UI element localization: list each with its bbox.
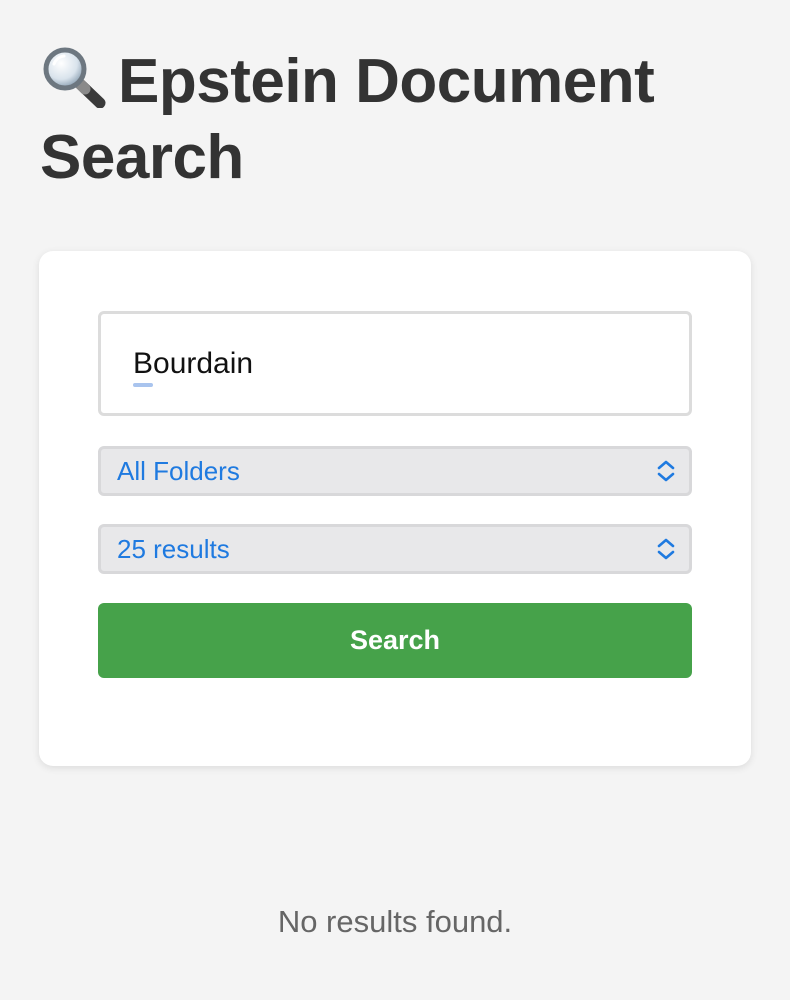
text-selection-marker [133,382,153,387]
results-limit-select[interactable]: 25 results [98,524,692,574]
page-title: Epstein Document Search [40,44,740,196]
chevron-up-down-icon [655,537,677,561]
page: Epstein Document Search Bourdain All Fol… [0,0,790,1000]
chevron-up-down-icon [655,459,677,483]
no-results-message: No results found. [277,904,513,939]
folder-select-value: All Folders [117,455,240,486]
search-card: Bourdain All Folders 25 results Search [39,251,751,766]
search-input[interactable]: Bourdain [98,311,692,416]
search-button[interactable]: Search [98,603,692,678]
magnifying-glass-icon [40,46,106,108]
results-limit-value: 25 results [117,533,230,564]
search-input-value[interactable]: Bourdain [133,347,253,387]
folder-select[interactable]: All Folders [98,446,692,496]
page-title-text: Epstein Document Search [40,47,655,192]
